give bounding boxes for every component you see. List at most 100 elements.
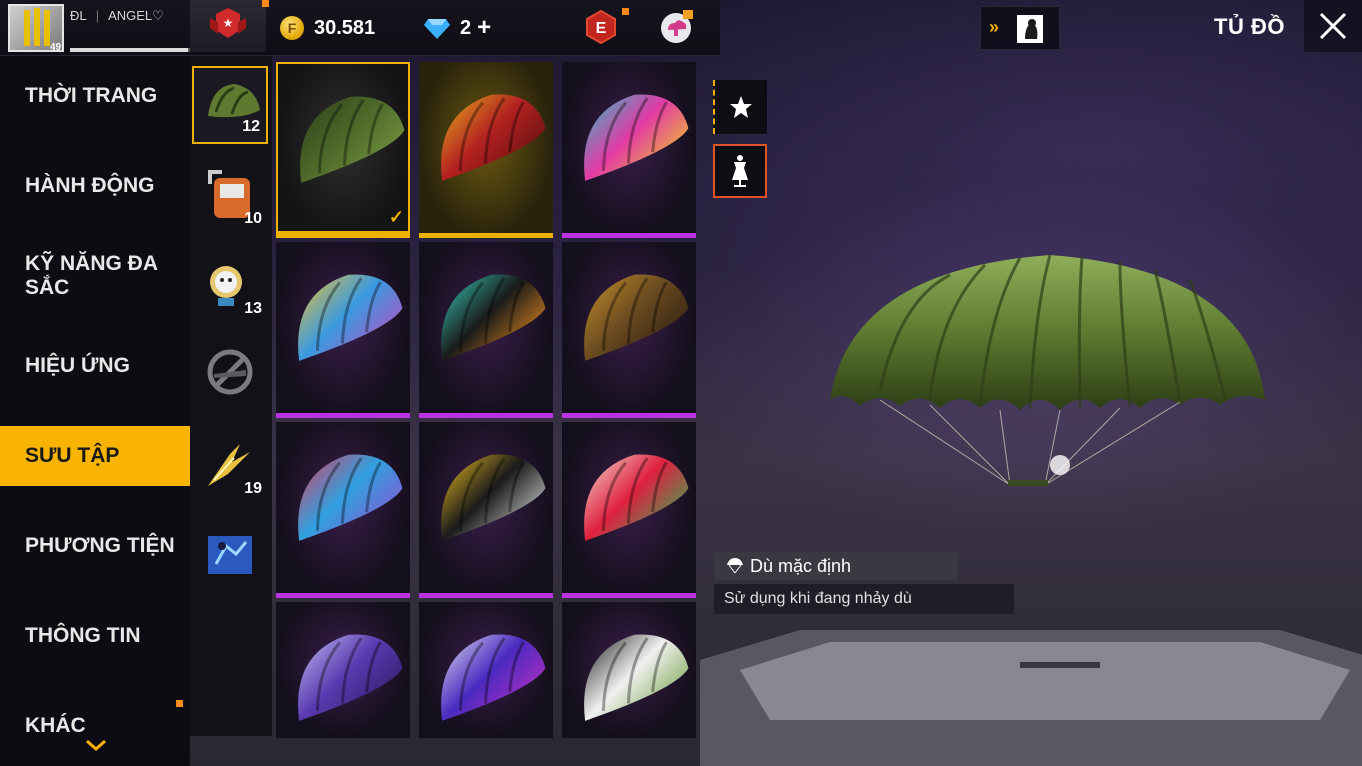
parachute-thumbnail bbox=[584, 94, 689, 181]
parachute-thumbnail bbox=[298, 274, 403, 361]
menu-item-label: PHƯƠNG TIỆN bbox=[25, 534, 175, 557]
lightning-parachute-item[interactable] bbox=[276, 602, 410, 738]
item-name-panel: Dù mặc định bbox=[714, 552, 958, 580]
menu-item-info[interactable]: THÔNG TIN bbox=[0, 606, 190, 666]
rank-badge[interactable]: ★ bbox=[190, 0, 266, 52]
subcat-backpack[interactable]: 10 bbox=[192, 156, 268, 234]
menu-item-label: HIỆU ỨNG bbox=[25, 354, 130, 377]
menu-item-vehicles[interactable]: PHƯƠNG TIỆN bbox=[0, 516, 190, 576]
parachute-thumbnail bbox=[441, 274, 546, 361]
event-notif-dot bbox=[622, 8, 629, 15]
menu-item-fashion[interactable]: THỜI TRANG bbox=[0, 66, 190, 126]
item-description: Sử dụng khi đang nhảy dù bbox=[714, 584, 1014, 614]
menu-item-label: KHÁC bbox=[25, 714, 86, 737]
rarity-bar bbox=[562, 413, 696, 418]
graffiti-parachute-item[interactable] bbox=[562, 62, 696, 238]
menu-item-actions[interactable]: HÀNH ĐỘNG bbox=[0, 156, 190, 216]
banner-icon bbox=[208, 536, 252, 574]
scroll-down-chevron-icon[interactable] bbox=[84, 736, 108, 752]
camo-parachute-item[interactable]: ✓ bbox=[276, 62, 410, 238]
event-icon[interactable]: E bbox=[584, 10, 618, 44]
rarity-bar bbox=[276, 413, 410, 418]
svg-text:★: ★ bbox=[223, 16, 234, 30]
add-diamonds-button[interactable]: + bbox=[477, 14, 491, 42]
item-name: Dù mặc định bbox=[750, 555, 852, 576]
page-title: TỦ ĐỒ bbox=[1214, 14, 1285, 39]
other-notif-dot bbox=[176, 700, 183, 707]
top-bar: 49 ĐL | ANGEL♡ ★ F 30.581 2 + E bbox=[0, 0, 720, 56]
parachute-thumbnail bbox=[441, 94, 546, 181]
double-chevron-icon: » bbox=[989, 17, 1000, 37]
rarity-bar bbox=[276, 593, 410, 598]
diamond-icon bbox=[424, 19, 450, 39]
star-parachute-item[interactable] bbox=[276, 242, 410, 418]
parachute-thumbnail bbox=[298, 634, 403, 721]
player-level: 49 bbox=[50, 42, 62, 53]
menu-item-effects[interactable]: HIỆU ỨNG bbox=[0, 336, 190, 396]
subcat-count: 13 bbox=[244, 300, 262, 317]
subcat-skyboard[interactable] bbox=[192, 336, 268, 414]
rarity-bar bbox=[562, 233, 696, 238]
close-icon bbox=[1319, 12, 1347, 40]
display-platform bbox=[700, 630, 1362, 766]
glitch-parachute-item[interactable] bbox=[419, 602, 553, 738]
rarity-bar bbox=[419, 413, 553, 418]
leo-parachute-item[interactable] bbox=[562, 242, 696, 418]
xp-fill bbox=[70, 48, 188, 52]
avatar[interactable]: 49 bbox=[8, 4, 64, 53]
flame-parachute-item[interactable] bbox=[419, 242, 553, 418]
guild-tag: ĐL bbox=[70, 8, 87, 23]
subcat-parachute[interactable]: 12 bbox=[192, 66, 268, 144]
rarity-bar bbox=[419, 233, 553, 238]
phoenix-parachute-item[interactable] bbox=[419, 62, 553, 238]
event-letter: E bbox=[596, 20, 607, 37]
tab-wardrobe[interactable] bbox=[713, 144, 767, 198]
hex-parachute-item[interactable] bbox=[419, 422, 553, 598]
cloud-gift-icon[interactable] bbox=[658, 8, 694, 44]
mannequin-icon bbox=[732, 155, 748, 187]
menu-item-color-skills[interactable]: KỸ NĂNG ĐA SẮC bbox=[0, 246, 170, 306]
parachute-thumbnail bbox=[584, 274, 689, 361]
subcat-banner[interactable] bbox=[192, 516, 268, 594]
color-splash-parachute-item[interactable] bbox=[276, 422, 410, 598]
no-skyboard-icon bbox=[207, 349, 253, 395]
menu-item-label: THỜI TRANG bbox=[25, 84, 158, 107]
subcat-count: 12 bbox=[242, 118, 260, 135]
parachute-thumbnail bbox=[584, 454, 689, 541]
diamond-counter[interactable]: 2 + bbox=[424, 14, 491, 42]
menu-item-label: KỸ NĂNG ĐA SẮC bbox=[25, 252, 158, 299]
profile-switch-button[interactable]: » bbox=[980, 6, 1060, 50]
subcategory-list: 12 10 13 19 bbox=[190, 56, 272, 736]
star-icon bbox=[730, 96, 752, 118]
equipped-check-icon: ✓ bbox=[388, 207, 404, 227]
subcat-count: 10 bbox=[244, 210, 262, 227]
menu-item-label: SƯU TẬP bbox=[25, 444, 120, 467]
menu-item-collection[interactable]: SƯU TẬP bbox=[0, 426, 190, 486]
tab-favorites[interactable] bbox=[713, 80, 767, 134]
parachute-preview bbox=[830, 254, 1265, 486]
soccer-parachute-item[interactable] bbox=[562, 602, 696, 738]
rank-emblem-icon: ★ bbox=[210, 8, 246, 38]
subcat-pet[interactable]: 13 bbox=[192, 246, 268, 324]
menu-item-label: THÔNG TIN bbox=[25, 624, 141, 647]
gold-coin-icon: F bbox=[280, 16, 304, 40]
close-button[interactable] bbox=[1304, 0, 1362, 52]
parachute-thumbnail bbox=[584, 634, 689, 721]
clown-parachute-item[interactable] bbox=[562, 422, 696, 598]
parachute-thumbnail bbox=[298, 454, 403, 541]
rarity-bar bbox=[562, 593, 696, 598]
menu-item-label: HÀNH ĐỘNG bbox=[25, 174, 155, 197]
xp-bar bbox=[70, 48, 190, 52]
player-info[interactable]: ĐL | ANGEL♡ bbox=[70, 8, 164, 24]
parachute-small-icon bbox=[727, 558, 743, 574]
parachute-thumbnail bbox=[441, 454, 546, 541]
character-card-icon bbox=[1017, 15, 1043, 43]
subcat-count: 19 bbox=[244, 480, 262, 497]
rarity-bar bbox=[278, 231, 408, 236]
gold-counter[interactable]: F 30.581 bbox=[280, 14, 375, 42]
gold-amount: 30.581 bbox=[314, 16, 376, 39]
player-name: ANGEL♡ bbox=[108, 8, 164, 23]
diamond-amount: 2 bbox=[460, 16, 472, 39]
subcat-skywing[interactable]: 19 bbox=[192, 426, 268, 504]
parachute-thumbnail bbox=[441, 634, 546, 721]
